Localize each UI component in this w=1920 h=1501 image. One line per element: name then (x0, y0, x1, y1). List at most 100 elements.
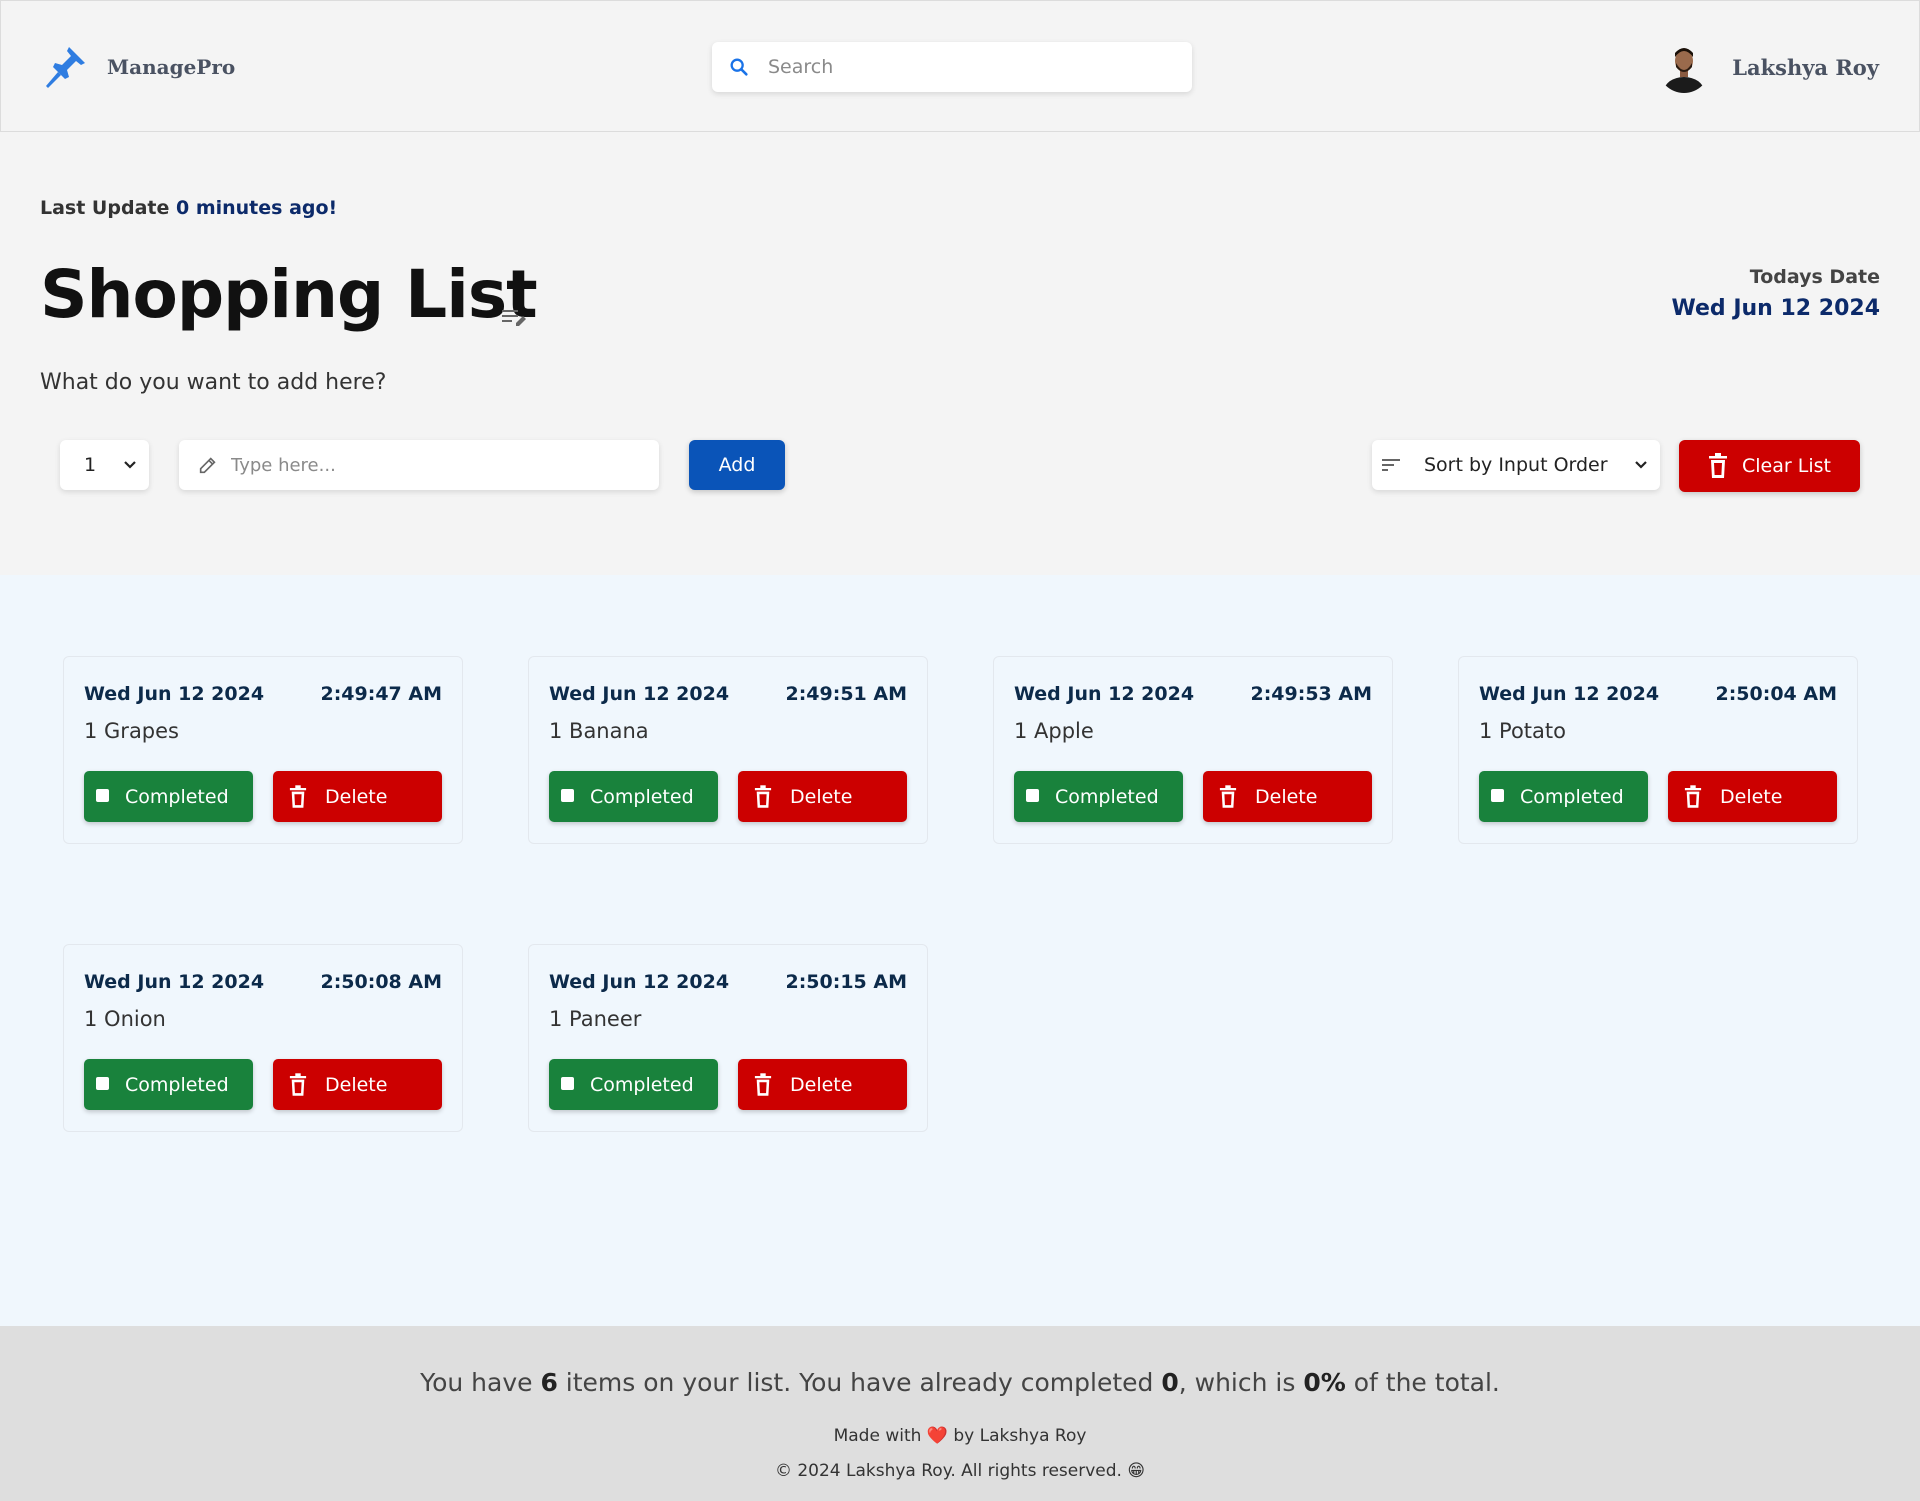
item-name: 1 Paneer (549, 1007, 642, 1031)
clear-list-label: Clear List (1742, 455, 1831, 477)
edit-list-icon[interactable] (500, 306, 528, 330)
summary-text: You have (420, 1368, 541, 1397)
top-navbar: ManagePro Lakshya Roy (0, 0, 1920, 132)
completed-count: 0 (1161, 1368, 1179, 1397)
last-update-status: Last Update 0 minutes ago! (40, 197, 337, 219)
checkbox[interactable] (561, 789, 574, 802)
completed-button[interactable]: Completed (1014, 771, 1183, 822)
delete-label: Delete (1255, 785, 1318, 808)
completed-percent: 0% (1303, 1368, 1346, 1397)
brand[interactable]: ManagePro (41, 43, 235, 91)
trash-icon (289, 1072, 307, 1096)
item-input[interactable] (231, 454, 631, 476)
item-input-field[interactable] (179, 440, 659, 490)
checkbox[interactable] (1491, 789, 1504, 802)
delete-button[interactable]: Delete (738, 771, 907, 822)
trash-icon (1684, 784, 1702, 808)
made-with-prefix: Made with (833, 1426, 922, 1446)
list-controls: 1 Add Sort by Input Order Clear List (0, 440, 1920, 492)
pencil-icon (199, 457, 216, 474)
last-update-value: 0 minutes ago! (175, 197, 338, 219)
item-time: 2:50:08 AM (320, 971, 442, 993)
item-name: 1 Potato (1479, 719, 1566, 743)
delete-label: Delete (1720, 785, 1783, 808)
trash-icon (1709, 453, 1728, 478)
item-date: Wed Jun 12 2024 (1479, 683, 1660, 705)
copyright: © 2024 Lakshya Roy. All rights reserved.… (774, 1461, 1146, 1481)
item-time: 2:50:15 AM (785, 971, 907, 993)
list-item: Wed Jun 12 2024 2:49:47 AM 1 Grapes Comp… (63, 656, 463, 844)
heart-icon: ❤️ (926, 1426, 948, 1446)
todays-date-label: Todays Date (1749, 266, 1880, 288)
completed-button[interactable]: Completed (84, 1059, 253, 1110)
checkbox[interactable] (96, 1077, 109, 1090)
completed-button[interactable]: Completed (549, 1059, 718, 1110)
user-profile[interactable]: Lakshya Roy (1658, 41, 1879, 93)
item-time: 2:49:53 AM (1250, 683, 1372, 705)
clear-list-button[interactable]: Clear List (1679, 440, 1860, 492)
page-title: Shopping List (40, 256, 538, 333)
summary-text: of the total. (1345, 1368, 1500, 1397)
completed-label: Completed (1055, 785, 1159, 808)
item-name: 1 Onion (84, 1007, 166, 1031)
search-bar[interactable] (712, 42, 1192, 92)
completed-label: Completed (125, 785, 229, 808)
last-update-prefix: Last Update (40, 197, 170, 219)
checkbox[interactable] (1026, 789, 1039, 802)
user-name: Lakshya Roy (1732, 54, 1879, 80)
item-date: Wed Jun 12 2024 (549, 683, 730, 705)
list-item: Wed Jun 12 2024 2:49:51 AM 1 Banana Comp… (528, 656, 928, 844)
summary-text: items on your list. You have already com… (557, 1368, 1162, 1397)
made-with: Made with ❤️ by Lakshya Roy (0, 1426, 1920, 1446)
item-name: 1 Banana (549, 719, 649, 743)
trash-icon (289, 784, 307, 808)
completed-button[interactable]: Completed (84, 771, 253, 822)
item-time: 2:49:51 AM (785, 683, 907, 705)
todays-date: Wed Jun 12 2024 (1671, 296, 1880, 321)
add-prompt: What do you want to add here? (40, 370, 387, 395)
chevron-down-icon (1635, 461, 1647, 469)
item-date: Wed Jun 12 2024 (84, 683, 265, 705)
item-name: 1 Apple (1014, 719, 1094, 743)
item-time: 2:49:47 AM (320, 683, 442, 705)
list-item: Wed Jun 12 2024 2:49:53 AM 1 Apple Compl… (993, 656, 1393, 844)
completed-label: Completed (590, 1073, 694, 1096)
trash-icon (754, 784, 772, 808)
list-summary: You have 6 items on your list. You have … (0, 1368, 1920, 1397)
item-date: Wed Jun 12 2024 (84, 971, 265, 993)
list-item: Wed Jun 12 2024 2:50:08 AM 1 Onion Compl… (63, 944, 463, 1132)
delete-button[interactable]: Delete (273, 1059, 442, 1110)
item-count: 6 (540, 1368, 558, 1397)
search-input[interactable] (768, 56, 1168, 78)
completed-button[interactable]: Completed (549, 771, 718, 822)
footer: You have 6 items on your list. You have … (0, 1326, 1920, 1501)
quantity-select[interactable]: 1 (60, 440, 149, 490)
delete-button[interactable]: Delete (273, 771, 442, 822)
item-date: Wed Jun 12 2024 (549, 971, 730, 993)
completed-label: Completed (590, 785, 694, 808)
list-item: Wed Jun 12 2024 2:50:04 AM 1 Potato Comp… (1458, 656, 1858, 844)
delete-label: Delete (790, 1073, 853, 1096)
completed-button[interactable]: Completed (1479, 771, 1648, 822)
pin-icon (46, 47, 85, 88)
checkbox[interactable] (96, 789, 109, 802)
trash-icon (1219, 784, 1237, 808)
search-icon (730, 58, 748, 76)
delete-button[interactable]: Delete (1668, 771, 1837, 822)
add-button[interactable]: Add (689, 440, 785, 490)
delete-label: Delete (325, 785, 388, 808)
completed-label: Completed (1520, 785, 1624, 808)
delete-button[interactable]: Delete (1203, 771, 1372, 822)
trash-icon (754, 1072, 772, 1096)
shopping-items-grid: Wed Jun 12 2024 2:49:47 AM 1 Grapes Comp… (0, 575, 1920, 1326)
avatar (1658, 41, 1711, 93)
sort-icon (1382, 459, 1400, 471)
completed-label: Completed (125, 1073, 229, 1096)
delete-button[interactable]: Delete (738, 1059, 907, 1110)
item-name: 1 Grapes (84, 719, 180, 743)
delete-label: Delete (325, 1073, 388, 1096)
item-time: 2:50:04 AM (1715, 683, 1837, 705)
sort-select[interactable]: Sort by Input Order (1372, 440, 1660, 490)
checkbox[interactable] (561, 1077, 574, 1090)
made-with-author: by Lakshya Roy (953, 1426, 1087, 1446)
